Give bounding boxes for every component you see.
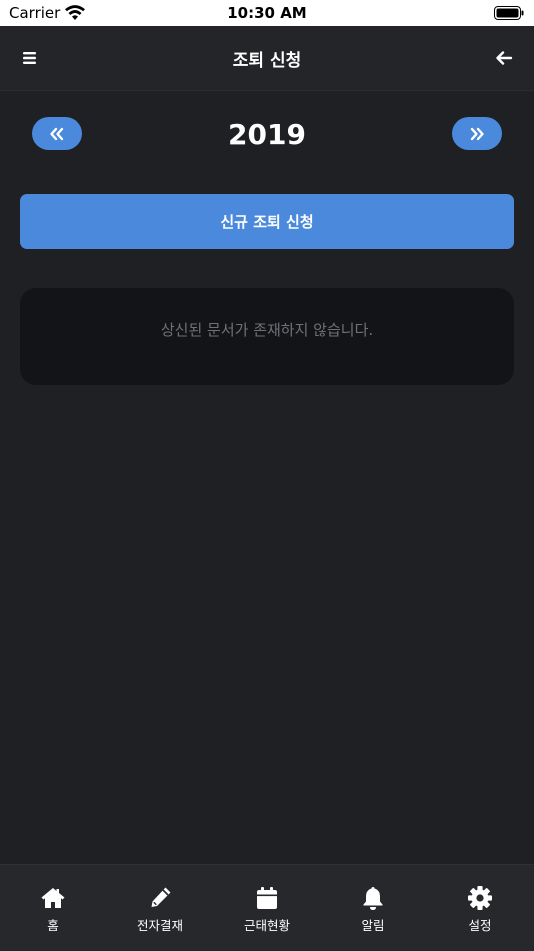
pencil-icon bbox=[151, 887, 171, 907]
tab-approval[interactable]: 전자결재 bbox=[107, 865, 213, 951]
tab-home-label: 홈 bbox=[47, 918, 59, 933]
empty-message: 상신된 문서가 존재하지 않습니다. bbox=[160, 320, 374, 339]
tab-notifications-label: 알림 bbox=[361, 918, 385, 933]
tab-approval-label: 전자결재 bbox=[136, 918, 183, 933]
battery-icon bbox=[494, 6, 524, 20]
calendar-icon bbox=[257, 887, 277, 909]
gear-icon bbox=[468, 886, 492, 910]
tab-settings-label: 설정 bbox=[468, 918, 492, 933]
double-chevron-right-icon bbox=[470, 127, 484, 140]
tab-bar: 홈 전자결재 근태현황 알림 설정 bbox=[0, 864, 534, 951]
tab-attendance[interactable]: 근태현황 bbox=[214, 865, 320, 951]
tab-attendance-label: 근태현황 bbox=[243, 918, 290, 933]
bell-icon bbox=[363, 887, 383, 910]
tab-settings[interactable]: 설정 bbox=[427, 865, 533, 951]
home-icon bbox=[41, 888, 65, 908]
status-bar: Carrier 10:30 AM bbox=[0, 0, 534, 26]
nav-bar: 조퇴 신청 bbox=[0, 26, 534, 91]
document-list-empty: 상신된 문서가 존재하지 않습니다. bbox=[20, 288, 514, 385]
clock: 10:30 AM bbox=[227, 4, 307, 22]
new-early-leave-button[interactable]: 신규 조퇴 신청 bbox=[20, 194, 514, 249]
arrow-left-icon[interactable] bbox=[492, 46, 516, 70]
tab-home[interactable]: 홈 bbox=[0, 865, 106, 951]
page-title: 조퇴 신청 bbox=[232, 51, 302, 71]
next-year-button[interactable] bbox=[452, 117, 502, 150]
tab-notifications[interactable]: 알림 bbox=[320, 865, 426, 951]
